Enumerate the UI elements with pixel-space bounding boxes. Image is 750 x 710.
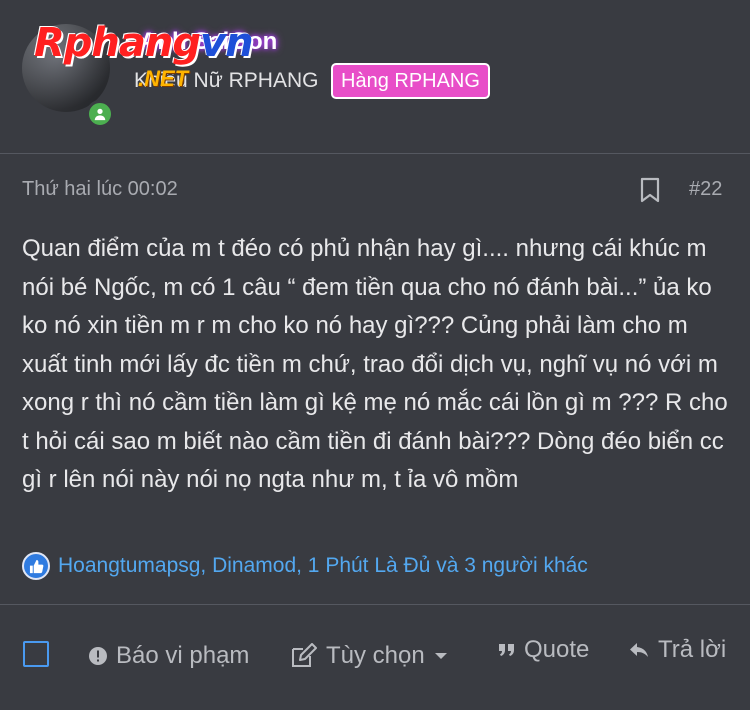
reaction-users[interactable]: Hoangtumapsg, Dinamod, 1 Phút Là Đủ và 3… [58, 554, 588, 578]
post-date[interactable]: Thứ hai lúc 00:02 [22, 178, 178, 201]
options-label: Tùy chọn [326, 642, 425, 669]
reply-icon [630, 643, 648, 657]
post-body: Quan điểm của m t đéo có phủ nhận hay gì… [22, 235, 728, 493]
report-button[interactable]: Báo vi phạm [88, 642, 249, 670]
report-label: Báo vi phạm [116, 642, 250, 669]
reactions-bar[interactable]: Hoangtumapsg, Dinamod, 1 Phút Là Đủ và 3… [22, 550, 588, 582]
post-actions: Báo vi phạm Tùy chọn Quote Trả lời [0, 632, 750, 678]
post-author-header: Anh SaiGon Khiêu Nữ RPHANG Rphangvn .NET… [0, 0, 750, 153]
rank-badge: Hàng RPHANG [331, 63, 490, 99]
logo-net: .NET [138, 66, 189, 91]
like-icon [22, 552, 50, 580]
alert-icon [89, 647, 107, 665]
online-status-icon [86, 100, 114, 128]
footer-divider [0, 604, 750, 605]
edit-icon [292, 643, 317, 667]
select-checkbox[interactable] [23, 641, 49, 667]
quote-button[interactable]: Quote [498, 636, 589, 664]
quote-label: Quote [524, 636, 590, 663]
quote-icon [499, 644, 514, 656]
header-divider [0, 153, 750, 154]
chevron-down-icon [434, 653, 447, 659]
site-logo-watermark: Rphangvn [34, 20, 254, 66]
bookmark-icon[interactable] [639, 177, 661, 203]
logo-main: Rphang [34, 20, 201, 66]
reply-button[interactable]: Trả lời [628, 636, 726, 664]
reply-label: Trả lời [658, 636, 727, 663]
logo-vn: vn [200, 20, 254, 66]
post-number[interactable]: #22 [689, 178, 722, 201]
options-menu-button[interactable]: Tùy chọn [290, 642, 447, 670]
